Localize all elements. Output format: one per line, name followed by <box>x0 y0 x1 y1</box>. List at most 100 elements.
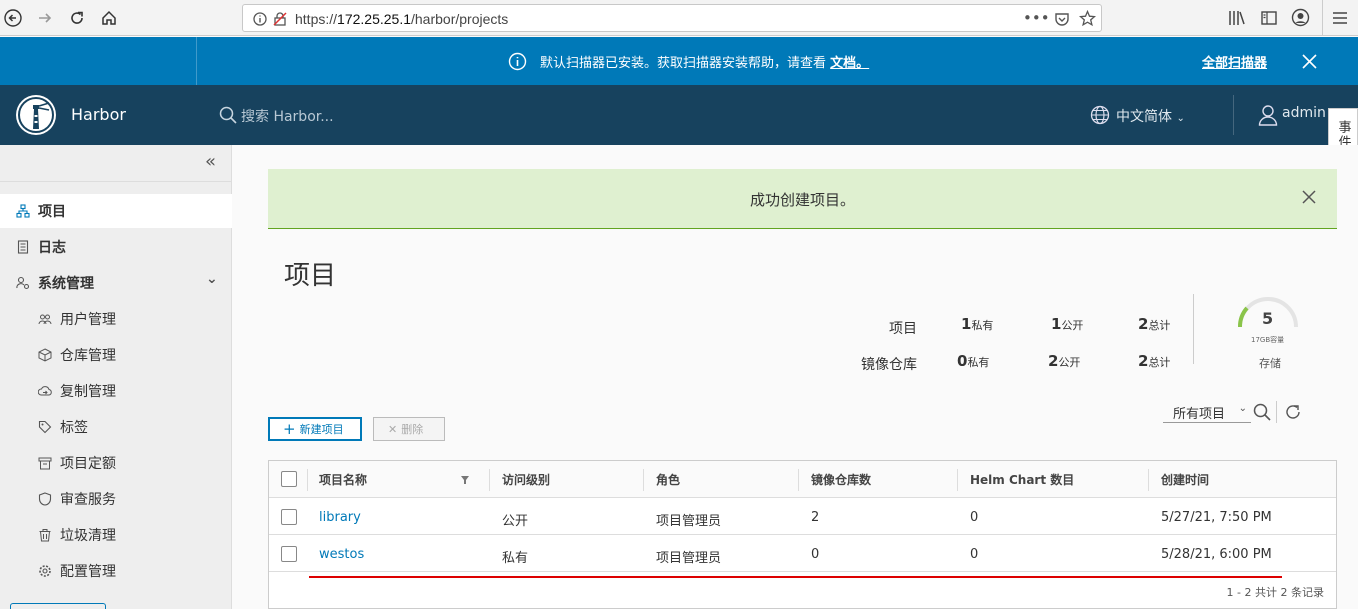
sidebar-item-gc[interactable]: 垃圾清理 <box>0 518 232 552</box>
table-row: westos 私有 项目管理员 0 0 5/28/21, 6:00 PM <box>269 535 1336 572</box>
pagination-summary: 1 - 2 共计 2 条记录 <box>1226 586 1324 599</box>
browser-toolbar: https://172.25.25.1/harbor/projects ••• <box>0 0 1358 36</box>
creation-time: 5/27/21, 7:50 PM <box>1161 510 1272 525</box>
delete-label: 删除 <box>401 423 424 436</box>
filter-icon[interactable] <box>460 475 470 485</box>
stat-repos-private: 0私有 <box>957 352 990 370</box>
sidebar-item-label: 项目 <box>38 204 66 220</box>
project-name-link[interactable]: westos <box>319 547 364 562</box>
pocket-icon[interactable] <box>1054 11 1070 27</box>
user-menu[interactable]: admin <box>1282 105 1326 121</box>
chevron-down-icon: ⌄ <box>206 271 218 287</box>
chevron-down-icon: ⌄ <box>1176 113 1185 124</box>
menu-icon[interactable] <box>1331 9 1349 27</box>
role: 项目管理员 <box>656 514 722 529</box>
sidebar-item-admin[interactable]: 系统管理 ⌄ <box>0 266 232 300</box>
sidebar-item-label: 垃圾清理 <box>60 528 116 544</box>
back-button[interactable] <box>0 5 26 31</box>
main-content: 成功创建项目。 项目 项目 镜像仓库 1私有 1公开 2总计 0私有 2公开 2… <box>232 145 1358 609</box>
replication-icon <box>38 386 52 396</box>
close-icon[interactable] <box>1302 190 1316 204</box>
sidebar-bottom-button[interactable] <box>10 603 106 609</box>
header-role[interactable]: 角色 <box>656 471 680 488</box>
library-icon[interactable] <box>1228 9 1246 27</box>
tag-icon <box>38 420 52 434</box>
access-level: 私有 <box>502 551 529 566</box>
sidebar-item-users[interactable]: 用户管理 <box>0 302 232 336</box>
forward-button[interactable] <box>32 5 58 31</box>
creation-time: 5/28/21, 6:00 PM <box>1161 547 1272 562</box>
stat-projects-label: 项目 <box>889 321 917 337</box>
sidebar-item-projects[interactable]: 项目 <box>0 194 232 228</box>
sidebar-item-interrogation[interactable]: 审查服务 <box>0 482 232 516</box>
home-button[interactable] <box>96 5 122 31</box>
users-icon <box>38 314 52 325</box>
sidebar-item-replication[interactable]: 复制管理 <box>0 374 232 408</box>
page-title: 项目 <box>284 261 337 291</box>
sidebar-item-config[interactable]: 配置管理 <box>0 554 232 588</box>
sidebar-toggle-icon[interactable] <box>1260 9 1278 27</box>
sidebar-item-label: 用户管理 <box>60 312 116 328</box>
brand-name[interactable]: Harbor <box>71 105 126 124</box>
new-project-button[interactable]: + 新建项目 <box>268 417 362 441</box>
header-creation-time[interactable]: 创建时间 <box>1161 471 1209 488</box>
header-project-name[interactable]: 项目名称 <box>319 471 367 488</box>
project-name-link[interactable]: library <box>319 510 361 525</box>
collapse-icon[interactable]: « <box>205 151 216 172</box>
table-header-row: 项目名称 访问级别 角色 镜像仓库数 Helm Chart 数目 创建时间 <box>269 461 1336 498</box>
trash-icon <box>39 529 51 542</box>
global-search-input[interactable]: 搜索 Harbor... <box>241 106 334 126</box>
storage-label: 存储 <box>1259 357 1281 370</box>
helm-chart-count: 0 <box>970 510 979 525</box>
access-level: 公开 <box>502 514 529 529</box>
account-icon[interactable] <box>1291 8 1310 27</box>
storage-capacity: 17GB容量 <box>1251 336 1285 344</box>
admin-icon <box>16 276 30 290</box>
close-alert-icon[interactable] <box>1302 54 1317 69</box>
select-all-checkbox[interactable] <box>281 471 297 487</box>
sidebar-item-label: 仓库管理 <box>60 348 116 364</box>
row-checkbox[interactable] <box>281 546 297 562</box>
forward-arrow-icon <box>39 13 52 23</box>
bookmark-star-icon[interactable] <box>1079 10 1096 27</box>
stat-projects-total: 2总计 <box>1138 315 1171 333</box>
x-icon: ✕ <box>388 422 398 436</box>
url-bar[interactable]: https://172.25.25.1/harbor/projects ••• <box>242 4 1102 32</box>
header-repo-count[interactable]: 镜像仓库数 <box>811 471 871 488</box>
refresh-icon[interactable] <box>1284 403 1302 421</box>
app-header: Harbor 搜索 Harbor... 中文简体 ⌄ admin <box>0 85 1358 145</box>
projects-table: 项目名称 访问级别 角色 镜像仓库数 Helm Chart 数目 创建时间 li… <box>268 460 1337 609</box>
harbor-logo[interactable] <box>16 95 56 135</box>
stat-repos-label: 镜像仓库 <box>861 357 917 373</box>
project-filter-select[interactable]: 所有项目 ⌄ <box>1163 403 1251 423</box>
insecure-lock-icon[interactable] <box>273 12 287 26</box>
success-message: 成功创建项目。 <box>749 191 855 209</box>
success-alert: 成功创建项目。 <box>268 169 1337 229</box>
sidebar-item-labels[interactable]: 标签 <box>0 410 232 444</box>
home-icon <box>102 10 116 25</box>
delete-button[interactable]: ✕ 删除 <box>373 417 445 441</box>
stat-projects-private: 1私有 <box>961 315 994 333</box>
reload-button[interactable] <box>64 5 90 31</box>
language-selector[interactable]: 中文简体 ⌄ <box>1116 106 1185 126</box>
docs-link[interactable]: 文档。 <box>830 56 869 71</box>
header-access-level[interactable]: 访问级别 <box>502 471 550 488</box>
stat-repos-total: 2总计 <box>1138 352 1171 370</box>
sidebar-item-quotas[interactable]: 项目定额 <box>0 446 232 480</box>
header-helm-chart-count[interactable]: Helm Chart 数目 <box>970 471 1074 488</box>
info-circle-icon <box>508 52 527 71</box>
alert-message: 默认扫描器已安装。获取扫描器安装帮助，请查看 文档。 <box>540 56 870 71</box>
reload-icon <box>71 11 83 24</box>
sidebar-item-logs[interactable]: 日志 <box>0 230 232 264</box>
sidebar-collapse-row: « <box>0 145 231 182</box>
all-scanners-link[interactable]: 全部扫描器 <box>1202 52 1267 71</box>
row-checkbox[interactable] <box>281 509 297 525</box>
search-icon[interactable] <box>1253 403 1271 421</box>
quota-icon <box>38 457 52 470</box>
red-annotation-line <box>309 576 1282 578</box>
storage-value: 5 <box>1262 309 1274 328</box>
globe-icon <box>1090 105 1110 125</box>
page-actions-icon[interactable]: ••• <box>1023 9 1050 27</box>
info-icon[interactable] <box>253 12 267 26</box>
sidebar-item-registries[interactable]: 仓库管理 <box>0 338 232 372</box>
